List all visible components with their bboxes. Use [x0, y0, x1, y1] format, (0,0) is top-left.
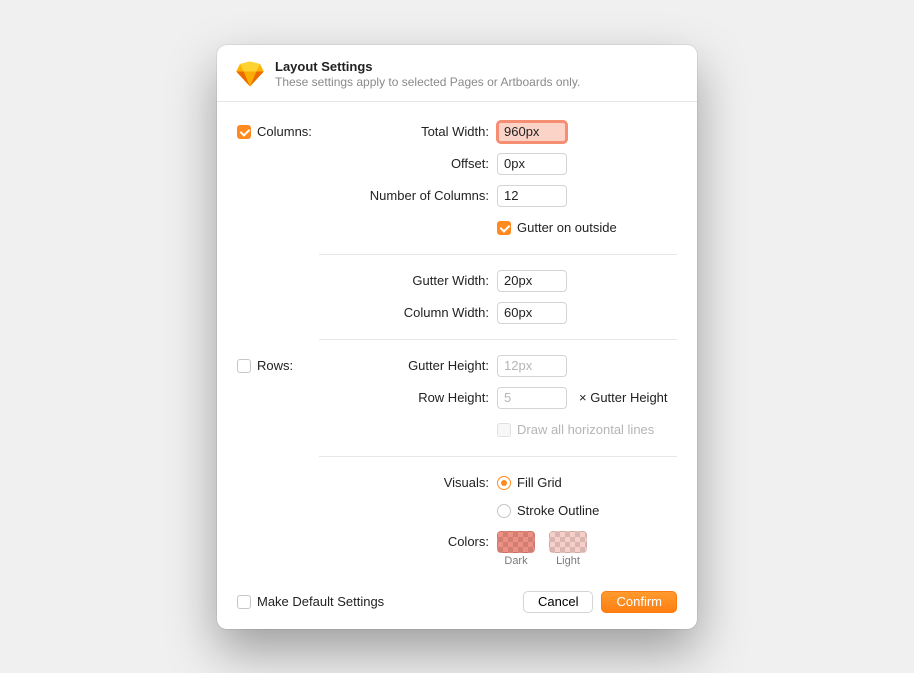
total-width-input[interactable]: [497, 121, 567, 143]
num-columns-input[interactable]: [497, 185, 567, 207]
gutter-outside-label: Gutter on outside: [517, 220, 617, 235]
visuals-label: Visuals:: [319, 475, 497, 490]
color-swatch-dark-caption: Dark: [504, 555, 527, 567]
visuals-fill-label: Fill Grid: [517, 475, 562, 490]
visuals-stroke-radio[interactable]: [497, 504, 511, 518]
layout-settings-panel: Layout Settings These settings apply to …: [217, 45, 697, 629]
divider: [319, 456, 677, 457]
colors-label: Colors:: [319, 531, 497, 549]
panel-header: Layout Settings These settings apply to …: [217, 45, 697, 102]
gutter-height-label: Gutter Height:: [319, 358, 497, 373]
cancel-button[interactable]: Cancel: [523, 591, 593, 613]
column-width-label: Column Width:: [319, 305, 497, 320]
sketch-app-icon: [235, 59, 265, 89]
visuals-fill-radio[interactable]: [497, 476, 511, 490]
panel-footer: Make Default Settings Cancel Confirm: [217, 581, 697, 629]
row-height-input[interactable]: [497, 387, 567, 409]
offset-input[interactable]: [497, 153, 567, 175]
column-width-input[interactable]: [497, 302, 567, 324]
color-swatch-light-caption: Light: [556, 555, 580, 567]
divider: [319, 254, 677, 255]
total-width-label: Total Width:: [319, 124, 497, 139]
offset-label: Offset:: [319, 156, 497, 171]
visuals-stroke-label: Stroke Outline: [517, 503, 599, 518]
confirm-button[interactable]: Confirm: [601, 591, 677, 613]
make-default-label: Make Default Settings: [257, 594, 384, 609]
rows-section-label: Rows:: [257, 358, 293, 373]
panel-subtitle: These settings apply to selected Pages o…: [275, 75, 580, 89]
color-swatch-light[interactable]: [549, 531, 587, 553]
columns-section-label: Columns:: [257, 124, 312, 139]
divider: [319, 339, 677, 340]
panel-title: Layout Settings: [275, 59, 580, 74]
draw-lines-label: Draw all horizontal lines: [517, 422, 654, 437]
gutter-outside-checkbox[interactable]: [497, 221, 511, 235]
num-columns-label: Number of Columns:: [319, 188, 497, 203]
make-default-checkbox[interactable]: [237, 595, 251, 609]
row-height-suffix: × Gutter Height: [579, 390, 668, 405]
gutter-width-input[interactable]: [497, 270, 567, 292]
draw-lines-checkbox[interactable]: [497, 423, 511, 437]
columns-checkbox[interactable]: [237, 125, 251, 139]
gutter-height-input[interactable]: [497, 355, 567, 377]
color-swatch-dark[interactable]: [497, 531, 535, 553]
row-height-label: Row Height:: [319, 390, 497, 405]
rows-checkbox[interactable]: [237, 359, 251, 373]
gutter-width-label: Gutter Width:: [319, 273, 497, 288]
